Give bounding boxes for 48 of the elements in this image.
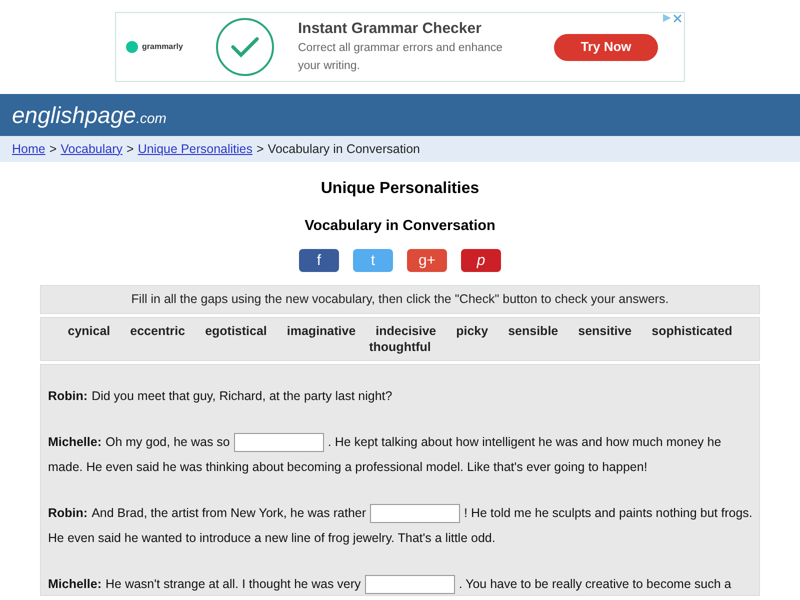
page-subtitle: Vocabulary in Conversation: [304, 217, 496, 236]
facebook-share-button[interactable]: f: [299, 249, 339, 272]
vocabulary-word: sophisticated: [652, 323, 732, 339]
breadcrumb-link[interactable]: Unique Personalities: [138, 140, 252, 158]
try-now-button[interactable]: Try Now: [554, 34, 658, 60]
vocabulary-word: picky: [456, 323, 488, 339]
breadcrumb-separator: >: [49, 140, 57, 158]
breadcrumb-link[interactable]: Vocabulary: [60, 140, 123, 158]
dialogue-text: And Brad, the artist from New York, he was rather: [92, 505, 366, 522]
ad-title: Instant Grammar Checker: [298, 19, 482, 39]
vocabulary-word: egotistical: [205, 323, 267, 339]
vocabulary-word: thoughtful: [369, 339, 431, 355]
logo-icon: [126, 41, 138, 53]
vocabulary-word: sensible: [508, 323, 558, 339]
speaker-name: Michelle:: [48, 576, 102, 593]
vocabulary-word: sensitive: [578, 323, 632, 339]
ad-text: Correct all grammar errors and enhance your writing.: [298, 41, 504, 74]
page-title: Unique Personalities: [320, 179, 480, 199]
vocabulary-word: cynical: [68, 323, 110, 339]
dialogue-text: Did you meet that guy, Richard, at the party last night?: [92, 388, 392, 405]
vocabulary-word: eccentric: [130, 323, 186, 339]
speaker-name: Robin:: [48, 388, 88, 405]
pinterest-share-button[interactable]: p: [461, 249, 501, 272]
brand-name: grammarly: [142, 41, 183, 53]
vocabulary-word: indecisive: [376, 323, 436, 339]
dialogue-text: He even said he wanted to introduce a new line of frog jewelry. That's a little odd.: [48, 530, 496, 547]
breadcrumb-separator: >: [256, 140, 264, 158]
checkmark-icon: [216, 18, 274, 76]
vocabulary-word: imaginative: [286, 323, 356, 339]
google-plus-share-button[interactable]: g+: [407, 249, 447, 272]
breadcrumb-current: Vocabulary in Conversation: [268, 140, 420, 158]
dialogue-text: . He kept talking about how intelligent he was and how much money he: [328, 434, 722, 451]
dialogue-text: Oh my god, he was so: [106, 434, 230, 451]
speaker-name: Robin:: [48, 505, 88, 522]
instructions-text: Fill in all the gaps using the new vocabulary, then click the "Check" button to check your answers.: [40, 285, 760, 314]
play-icon[interactable]: [663, 14, 671, 22]
answer-field[interactable]: [364, 575, 455, 594]
close-icon[interactable]: [673, 14, 682, 23]
breadcrumb-separator: >: [126, 140, 134, 158]
dialogue-text: He wasn't strange at all. I thought he was very: [106, 576, 361, 593]
dialogue-text: ! He told me he sculpts and paints nothing but frogs.: [464, 505, 752, 522]
breadcrumb-link[interactable]: Home: [12, 140, 46, 158]
dialogue-text: . You have to be really creative to become such a: [458, 576, 732, 593]
site-logo[interactable]: englishpage.com: [12, 98, 166, 132]
speaker-name: Michelle:: [48, 434, 102, 451]
answer-field[interactable]: [234, 433, 324, 452]
dialogue-text: made. He even said he was thinking about becoming a professional model. Like that's ever going to happen!: [48, 459, 648, 476]
answer-field[interactable]: [370, 504, 460, 523]
